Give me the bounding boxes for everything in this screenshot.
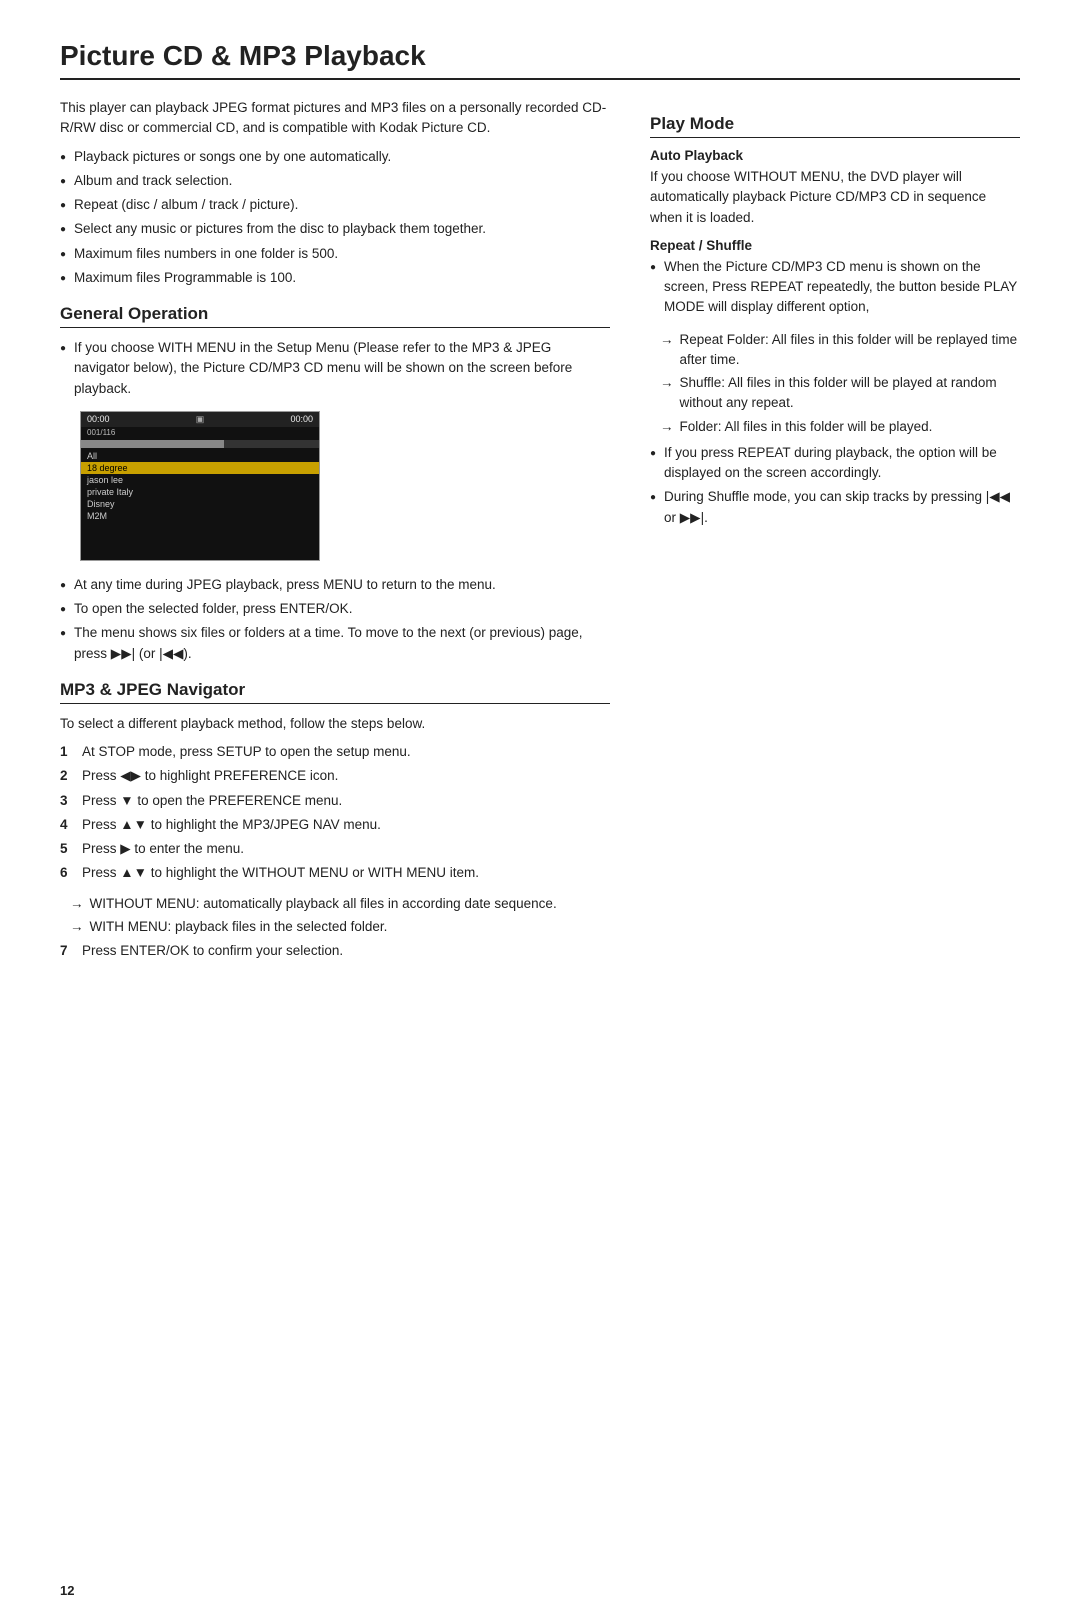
screen-file-list: All 18 degree jason lee private Italy Di… bbox=[81, 450, 319, 522]
list-item: The menu shows six files or folders at a… bbox=[60, 623, 610, 664]
right-column: Play Mode Auto Playback If you choose WI… bbox=[650, 98, 1020, 971]
list-item: Repeat (disc / album / track / picture). bbox=[60, 195, 610, 215]
list-item: During Shuffle mode, you can skip tracks… bbox=[650, 487, 1020, 528]
general-operation-title: General Operation bbox=[60, 304, 610, 328]
repeat-arrow-2: Shuffle: All files in this folder will b… bbox=[650, 373, 1020, 414]
list-item: Playback pictures or songs one by one au… bbox=[60, 147, 610, 167]
step-6b: WITH MENU: playback files in the selecte… bbox=[60, 917, 610, 937]
general-operation-list: If you choose WITH MENU in the Setup Men… bbox=[60, 338, 610, 399]
screen-topbar: 00:00 ▣ 00:00 bbox=[81, 412, 319, 427]
screen-list-item: jason lee bbox=[81, 474, 319, 486]
step-4: 4 Press ▲▼ to highlight the MP3/JPEG NAV… bbox=[60, 815, 610, 835]
repeat-shuffle-list: When the Picture CD/MP3 CD menu is shown… bbox=[650, 257, 1020, 318]
list-item: When the Picture CD/MP3 CD menu is shown… bbox=[650, 257, 1020, 318]
screen-progress-bar bbox=[81, 440, 319, 448]
step-7: 7 Press ENTER/OK to confirm your selecti… bbox=[60, 941, 610, 961]
list-item: Select any music or pictures from the di… bbox=[60, 219, 610, 239]
screen-list-item: M2M bbox=[81, 510, 319, 522]
step-1: 1 At STOP mode, press SETUP to open the … bbox=[60, 742, 610, 762]
repeat-arrow-3: Folder: All files in this folder will be… bbox=[650, 417, 1020, 437]
list-item: If you choose WITH MENU in the Setup Men… bbox=[60, 338, 610, 399]
list-item: To open the selected folder, press ENTER… bbox=[60, 599, 610, 619]
repeat-shuffle-list2: If you press REPEAT during playback, the… bbox=[650, 443, 1020, 528]
screen-track: 001/116 bbox=[81, 427, 319, 438]
step-5: 5 Press ▶ to enter the menu. bbox=[60, 839, 610, 859]
screen-list-item-highlighted: 18 degree bbox=[81, 462, 319, 474]
screen-time-right: 00:00 bbox=[290, 414, 313, 424]
step-2: 2 Press ◀▶ to highlight PREFERENCE icon. bbox=[60, 766, 610, 786]
screen-image: 00:00 ▣ 00:00 001/116 All 18 degree jaso… bbox=[80, 411, 320, 561]
screen-icon: ▣ bbox=[196, 414, 205, 425]
step-6: 6 Press ▲▼ to highlight the WITHOUT MENU… bbox=[60, 863, 610, 883]
repeat-shuffle-subtitle: Repeat / Shuffle bbox=[650, 238, 1020, 253]
list-item: If you press REPEAT during playback, the… bbox=[650, 443, 1020, 484]
screen-list-item: private Italy bbox=[81, 486, 319, 498]
play-mode-title: Play Mode bbox=[650, 114, 1020, 138]
step-6a: WITHOUT MENU: automatically playback all… bbox=[60, 894, 610, 914]
general-operation-list2: At any time during JPEG playback, press … bbox=[60, 575, 610, 664]
mp3-jpeg-steps: 1 At STOP mode, press SETUP to open the … bbox=[60, 742, 610, 884]
intro-bullet-list: Playback pictures or songs one by one au… bbox=[60, 147, 610, 289]
screen-list-item: All bbox=[81, 450, 319, 462]
list-item: Maximum files numbers in one folder is 5… bbox=[60, 244, 610, 264]
screen-time-left: 00:00 bbox=[87, 414, 110, 424]
list-item: Album and track selection. bbox=[60, 171, 610, 191]
mp3-jpeg-intro: To select a different playback method, f… bbox=[60, 714, 610, 734]
step-3: 3 Press ▼ to open the PREFERENCE menu. bbox=[60, 791, 610, 811]
page-number: 12 bbox=[60, 1583, 74, 1598]
auto-playback-subtitle: Auto Playback bbox=[650, 148, 1020, 163]
left-column: This player can playback JPEG format pic… bbox=[60, 98, 610, 971]
intro-text: This player can playback JPEG format pic… bbox=[60, 98, 610, 139]
list-item: Maximum files Programmable is 100. bbox=[60, 268, 610, 288]
mp3-jpeg-navigator-title: MP3 & JPEG Navigator bbox=[60, 680, 610, 704]
mp3-jpeg-step-7: 7 Press ENTER/OK to confirm your selecti… bbox=[60, 941, 610, 961]
list-item: At any time during JPEG playback, press … bbox=[60, 575, 610, 595]
screen-list-item: Disney bbox=[81, 498, 319, 510]
repeat-arrow-1: Repeat Folder: All files in this folder … bbox=[650, 330, 1020, 371]
page-title: Picture CD & MP3 Playback bbox=[60, 40, 1020, 80]
auto-playback-text: If you choose WITHOUT MENU, the DVD play… bbox=[650, 167, 1020, 228]
